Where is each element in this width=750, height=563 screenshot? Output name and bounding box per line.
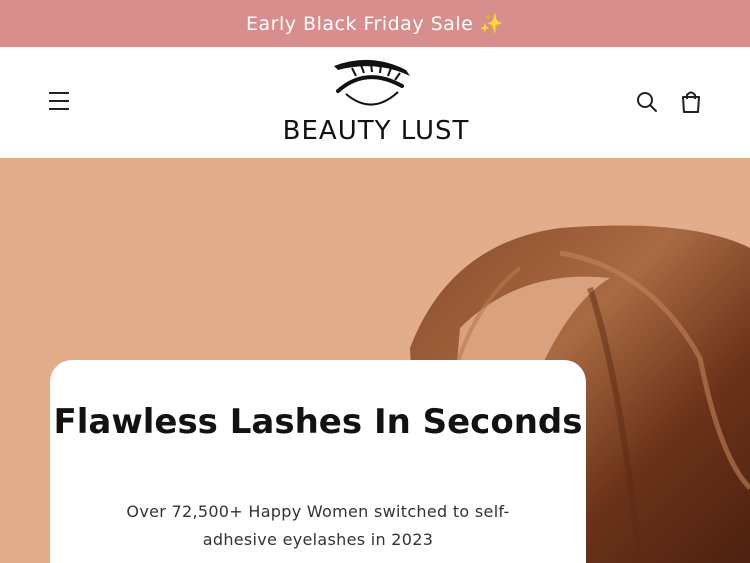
- cart-button[interactable]: [680, 90, 702, 114]
- menu-line: [49, 108, 69, 110]
- site-logo[interactable]: BEAUTY LUST: [276, 56, 476, 151]
- hero-subtitle: Over 72,500+ Happy Women switched to sel…: [126, 502, 510, 549]
- eye-logo-icon: [334, 59, 410, 106]
- site-header: BEAUTY LUST: [0, 47, 750, 158]
- hero-banner: Flawless Lashes In Seconds Over 72,500+ …: [0, 158, 750, 563]
- search-button[interactable]: [636, 91, 658, 113]
- hamburger-menu-icon: [49, 92, 69, 94]
- search-icon: [637, 92, 657, 112]
- logo-text: BEAUTY LUST: [282, 116, 470, 146]
- hero-card: Flawless Lashes In Seconds Over 72,500+ …: [50, 360, 586, 563]
- announcement-bar: Early Black Friday Sale ✨: [0, 0, 750, 47]
- announcement-text: Early Black Friday Sale ✨: [246, 13, 504, 35]
- hero-title: Flawless Lashes In Seconds: [53, 402, 583, 442]
- menu-line: [49, 100, 69, 102]
- menu-button[interactable]: [49, 92, 71, 112]
- shopping-bag-icon: [682, 91, 700, 113]
